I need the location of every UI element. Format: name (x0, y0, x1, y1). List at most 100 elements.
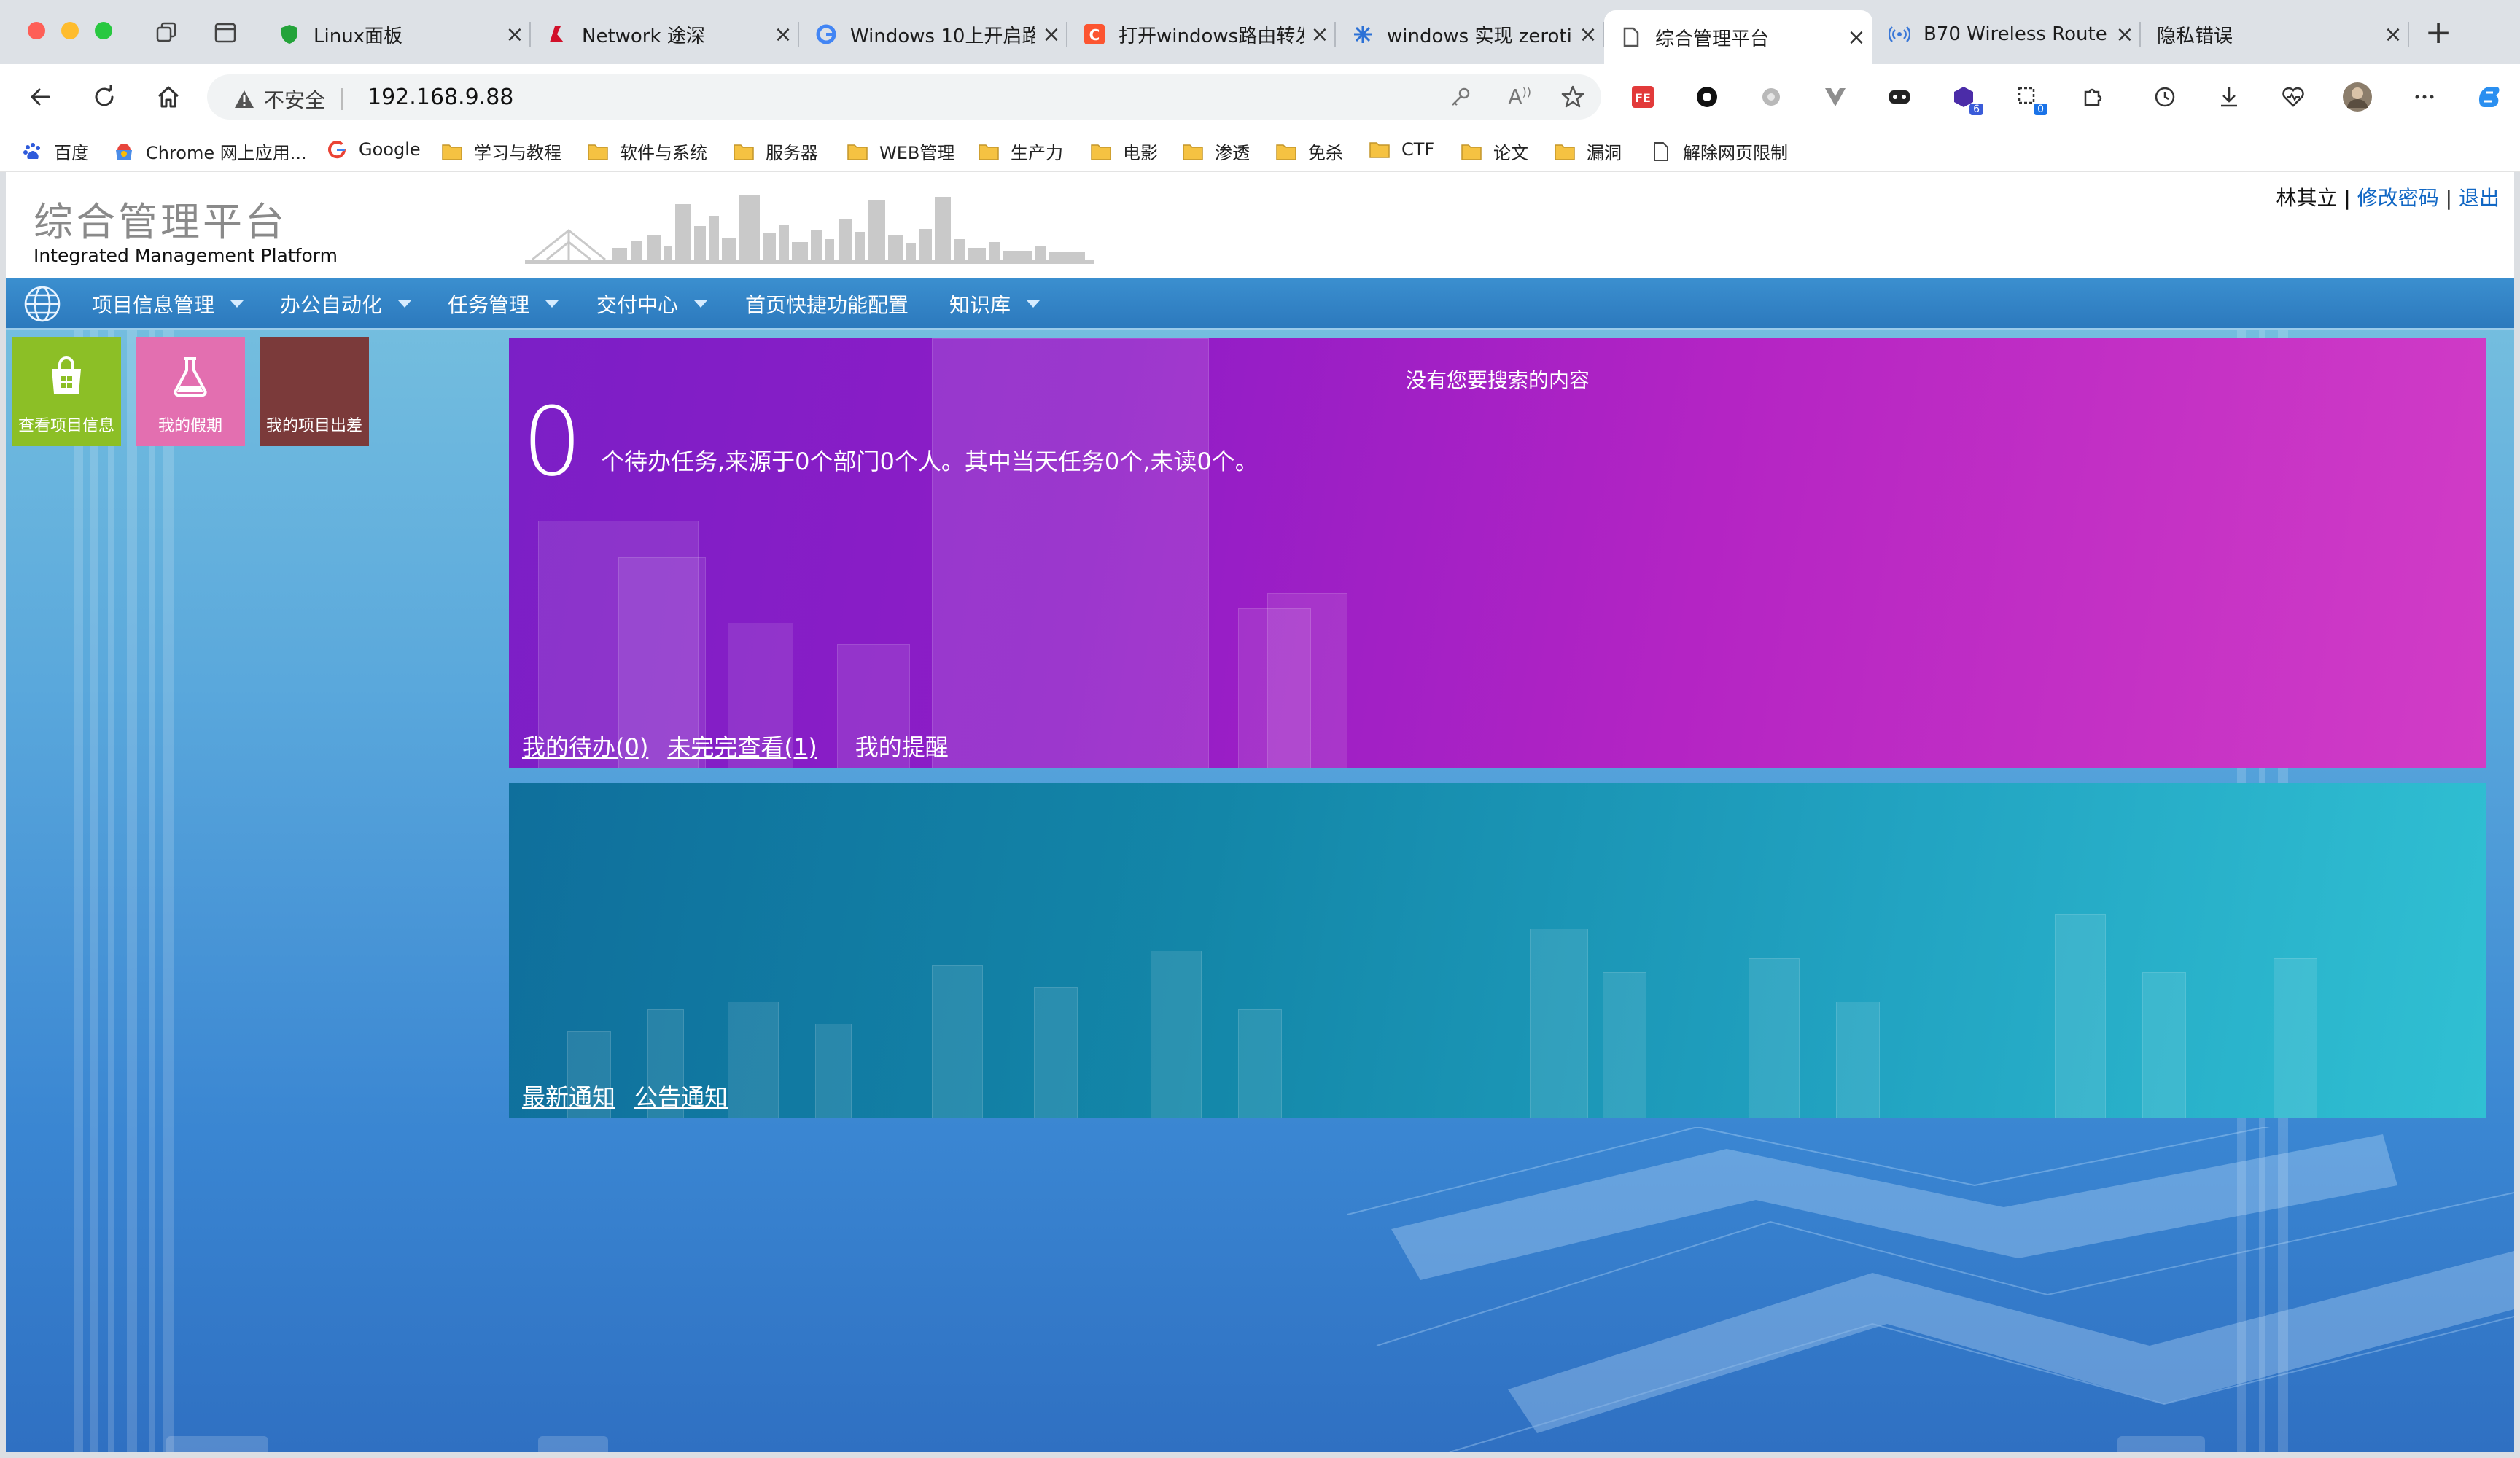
menu-office-automation[interactable]: 办公自动化 (280, 278, 412, 330)
tab-title: Windows 10上开启路 (850, 25, 1035, 47)
my-reminder-link[interactable]: 我的提醒 (855, 729, 949, 763)
menu-task-management[interactable]: 任务管理 (448, 278, 559, 330)
close-window-button[interactable] (28, 22, 45, 39)
zoom-window-button[interactable] (95, 22, 112, 39)
city-skyline-logo (525, 195, 1094, 264)
tile-my-project-travel[interactable]: 我的项目出差 (260, 337, 369, 446)
purple-cube-extension-icon[interactable]: 6 (1947, 80, 1983, 115)
copilot-icon[interactable] (2472, 80, 2505, 114)
bookmark-item[interactable]: 渗透 (1181, 139, 1250, 164)
tab-csdn-forwarding[interactable]: C 打开windows路由转发 × (1068, 10, 1336, 58)
tile-label: 我的项目出差 (265, 417, 362, 435)
tab-windows10-routing[interactable]: Windows 10上开启路 × (799, 10, 1068, 58)
chevron-down-icon (230, 300, 244, 308)
tab-zerotier[interactable]: windows 实现 zerotie × (1336, 10, 1604, 58)
bookmark-label: Chrome 网上应用... (146, 143, 307, 163)
latest-notice-link[interactable]: 最新通知 (522, 1079, 615, 1112)
separator: | (2445, 186, 2453, 210)
close-tab-icon[interactable]: × (1304, 22, 1336, 47)
page-icon (1620, 26, 1642, 48)
bookmark-item[interactable]: 生产力 (977, 139, 1063, 164)
vue-devtools-extension-icon[interactable] (1819, 80, 1852, 114)
extensions-puzzle-icon[interactable] (2075, 80, 2109, 114)
bookmark-item[interactable]: Chrome 网上应用... (112, 139, 307, 164)
tab-title: B70 Wireless Router (1924, 23, 2109, 45)
back-button[interactable] (22, 79, 58, 115)
unread-link[interactable]: 未完完查看(1) (667, 729, 817, 763)
bookmark-item[interactable]: 解除网页限制 (1649, 139, 1788, 164)
bookmark-item[interactable]: 百度 (20, 139, 89, 164)
bookmark-item[interactable]: 论文 (1460, 139, 1528, 164)
announcement-link[interactable]: 公告通知 (634, 1079, 728, 1112)
bookmark-item[interactable]: WEB管理 (846, 139, 954, 164)
tab-title: windows 实现 zerotie (1387, 25, 1572, 47)
bookmark-label: CTF (1401, 139, 1435, 160)
tab-integrated-platform[interactable]: 综合管理平台 × (1604, 10, 1872, 64)
search-result-message: 没有您要搜索的内容 (1406, 368, 1590, 392)
chrome-webstore-icon (112, 141, 136, 163)
screenshot-extension-icon[interactable]: 0 (2011, 80, 2048, 115)
folder-icon (440, 141, 464, 163)
bookmark-item[interactable]: Google (325, 139, 421, 160)
history-icon[interactable] (2148, 80, 2182, 114)
bookmark-item[interactable]: CTF (1368, 139, 1434, 160)
tile-view-project-info[interactable]: 查看项目信息 (12, 337, 121, 446)
change-password-link[interactable]: 修改密码 (2357, 186, 2439, 210)
home-button[interactable] (150, 79, 187, 115)
key-icon[interactable] (1450, 86, 1471, 108)
folder-icon (1275, 141, 1298, 163)
tab-linux-panel[interactable]: Linux面板 × (262, 10, 531, 58)
close-tab-icon[interactable]: × (2109, 22, 2141, 47)
close-tab-icon[interactable]: × (1035, 22, 1068, 47)
security-indicator[interactable]: 不安全 (233, 85, 343, 114)
minimize-window-button[interactable] (61, 22, 79, 39)
read-aloud-icon[interactable]: A)) (1508, 85, 1531, 109)
close-tab-icon[interactable]: × (1840, 25, 1872, 50)
bookmark-item[interactable]: 电影 (1089, 139, 1158, 164)
more-menu-icon[interactable] (2408, 80, 2441, 114)
logout-link[interactable]: 退出 (2459, 186, 2500, 210)
tab-privacy-error[interactable]: 隐私错误 × (2141, 10, 2409, 58)
download-icon[interactable] (2212, 80, 2246, 114)
menu-project-info[interactable]: 项目信息管理 (92, 278, 244, 330)
bookmark-item[interactable]: 软件与系统 (586, 139, 707, 164)
vertical-tabs-icon[interactable] (213, 20, 238, 45)
tile-my-vacation[interactable]: 我的假期 (136, 337, 245, 446)
chevron-down-icon (1027, 300, 1041, 308)
bookmark-item[interactable]: 服务器 (732, 139, 818, 164)
tab-title: 隐私错误 (2157, 25, 2233, 47)
url-text[interactable]: 192.168.9.88 (368, 85, 513, 110)
new-tab-button[interactable]: + (2422, 14, 2454, 51)
gray-globe-extension-icon[interactable] (1754, 80, 1788, 114)
chevron-down-icon (398, 300, 412, 308)
ruijie-logo-icon (547, 23, 569, 45)
tab-b70-router[interactable]: B70 Wireless Router × (1872, 10, 2141, 58)
tab-title: Linux面板 (314, 25, 403, 47)
menu-delivery-center[interactable]: 交付中心 (596, 278, 708, 330)
bookmark-label: 生产力 (1011, 143, 1063, 163)
user-menu: 林其立 | 修改密码 | 退出 (2276, 182, 2500, 211)
close-tab-icon[interactable]: × (499, 22, 531, 47)
bookmark-item[interactable]: 漏洞 (1553, 139, 1622, 164)
security-label: 不安全 (264, 88, 326, 112)
close-tab-icon[interactable]: × (767, 22, 799, 47)
record-extension-icon[interactable] (1690, 80, 1724, 114)
tab-network[interactable]: Network 途深 × (531, 10, 799, 58)
bookmark-item[interactable]: 学习与教程 (440, 139, 561, 164)
favorite-star-icon[interactable] (1560, 85, 1585, 109)
workspaces-icon[interactable] (155, 20, 179, 45)
close-tab-icon[interactable]: × (2377, 22, 2409, 47)
menu-knowledge-base[interactable]: 知识库 (949, 278, 1041, 330)
health-heart-icon[interactable] (2276, 80, 2310, 114)
reload-button[interactable] (86, 79, 122, 115)
gamepad-extension-icon[interactable] (1883, 80, 1916, 114)
my-todo-link[interactable]: 我的待办(0) (522, 729, 648, 763)
fe-helper-extension-icon[interactable]: FE (1626, 80, 1660, 114)
task-links: 我的待办(0) 未完完查看(1) 我的提醒 (522, 729, 949, 763)
close-tab-icon[interactable]: × (1572, 22, 1604, 47)
address-bar[interactable]: 不安全 192.168.9.88 A)) (207, 74, 1601, 120)
menu-homepage-shortcut-config[interactable]: 首页快捷功能配置 (745, 278, 909, 330)
bookmark-item[interactable]: 免杀 (1275, 139, 1343, 164)
avatar[interactable] (2341, 80, 2374, 114)
store-bag-icon (52, 356, 81, 394)
